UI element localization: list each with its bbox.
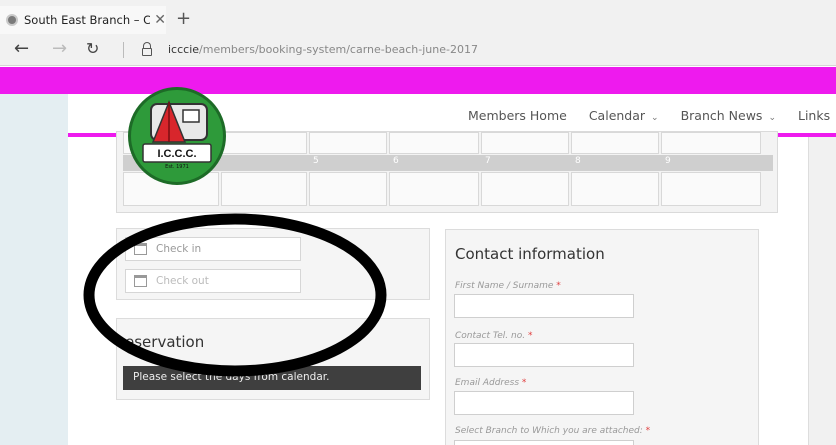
chevron-down-icon: ⌄ xyxy=(651,113,659,123)
calendar-day-number: 5 xyxy=(313,156,319,166)
address-bar: ← → ↻ icccie/members/booking-system/carn… xyxy=(0,34,836,66)
highlight-ellipse xyxy=(83,213,387,377)
calendar-cell[interactable] xyxy=(221,132,307,154)
new-tab-icon[interactable]: + xyxy=(176,8,191,29)
contact-title: Contact information xyxy=(455,245,605,263)
tab-bar: South East Branch – Car ✕ + xyxy=(0,0,836,34)
first-name-label: First Name / Surname * xyxy=(455,281,561,291)
calendar-day-number: 9 xyxy=(665,156,671,166)
menu-item-links[interactable]: Links⌄ xyxy=(798,108,836,123)
contact-tel-input[interactable] xyxy=(454,343,634,367)
calendar-cell[interactable] xyxy=(309,132,387,154)
url-path: /members/booking-system/carne-beach-june… xyxy=(199,43,478,56)
contact-information-panel: Contact information First Name / Surname… xyxy=(445,229,759,445)
logo-subtext: Est. 1971 xyxy=(165,164,189,170)
calendar-day-number: 7 xyxy=(485,156,491,166)
menu-item-branch-news[interactable]: Branch News ⌄ xyxy=(681,108,776,123)
calendar-cell[interactable] xyxy=(481,172,569,206)
lock-icon[interactable] xyxy=(142,42,152,56)
calendar-cell[interactable] xyxy=(661,172,761,206)
chevron-down-icon: ⌄ xyxy=(768,113,776,123)
main-menu: Members Home Calendar ⌄ Branch News ⌄ Link… xyxy=(468,108,836,123)
url-separator xyxy=(123,42,124,58)
branch-select-label: Select Branch to Which you are attached:… xyxy=(455,426,651,436)
calendar-cell[interactable] xyxy=(389,172,479,206)
url-domain: icccie xyxy=(168,43,200,56)
tab-title: South East Branch – Car xyxy=(24,13,151,27)
right-background xyxy=(808,93,836,445)
calendar-cell[interactable] xyxy=(571,132,659,154)
email-label: Email Address * xyxy=(455,378,527,388)
calendar-day-number: 6 xyxy=(393,156,399,166)
email-input[interactable] xyxy=(454,391,634,415)
contact-tel-label: Contact Tel. no. * xyxy=(455,331,533,341)
calendar-cell[interactable] xyxy=(661,132,761,154)
calendar-cell[interactable] xyxy=(571,172,659,206)
top-accent-bar xyxy=(0,67,836,94)
calendar-cell[interactable] xyxy=(389,132,479,154)
logo-text: I.C.C.C. xyxy=(157,148,197,160)
calendar-cell[interactable] xyxy=(481,132,569,154)
favicon-icon xyxy=(6,14,18,26)
refresh-icon[interactable]: ↻ xyxy=(86,39,99,58)
url-field[interactable]: icccie/members/booking-system/carne-beac… xyxy=(168,43,478,56)
browser-tab[interactable]: South East Branch – Car ✕ xyxy=(0,6,166,34)
left-background xyxy=(0,67,68,445)
tab-close-icon[interactable]: ✕ xyxy=(154,12,166,28)
calendar-cell[interactable] xyxy=(221,172,307,206)
menu-item-calendar[interactable]: Calendar ⌄ xyxy=(589,108,659,123)
forward-arrow-icon[interactable]: → xyxy=(52,38,67,59)
branch-select[interactable] xyxy=(454,440,634,445)
menu-item-members-home[interactable]: Members Home xyxy=(468,108,567,123)
back-arrow-icon[interactable]: ← xyxy=(14,38,29,59)
first-name-input[interactable] xyxy=(454,294,634,318)
calendar-day-number: 8 xyxy=(575,156,581,166)
iccc-logo[interactable]: I.C.C.C. Est. 1971 xyxy=(128,87,226,185)
calendar-cell[interactable] xyxy=(309,172,387,206)
